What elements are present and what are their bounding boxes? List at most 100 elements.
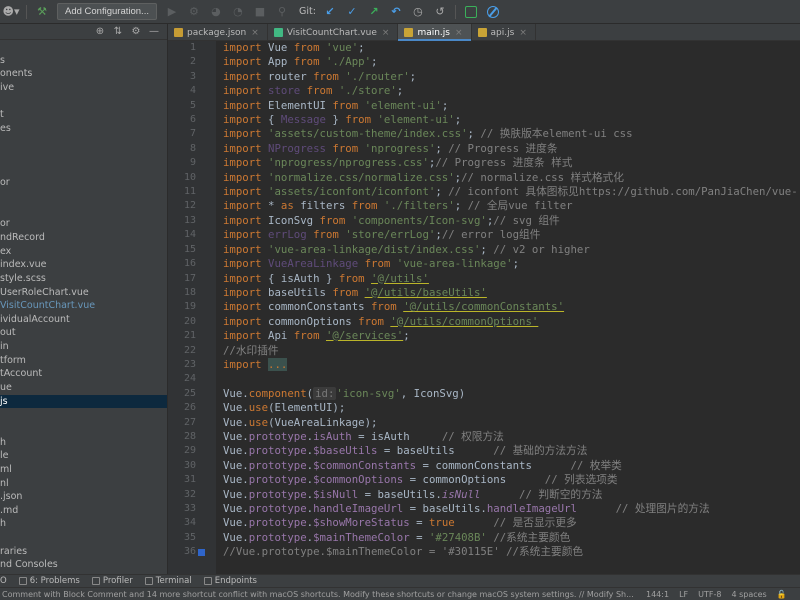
tree-item[interactable]: es xyxy=(0,122,167,136)
tree-item[interactable]: onents xyxy=(0,67,167,81)
git-merge-icon[interactable]: ↶ xyxy=(387,3,405,21)
code-line: import IconSvg from 'components/Icon-svg… xyxy=(216,214,800,228)
tree-item[interactable] xyxy=(0,135,167,149)
tree-item[interactable]: ex xyxy=(0,245,167,259)
tree-item[interactable]: UserRoleChart.vue xyxy=(0,286,167,300)
close-icon[interactable]: × xyxy=(251,28,259,38)
code-token: ; xyxy=(371,55,378,69)
tree-item[interactable]: or xyxy=(0,176,167,190)
tree-item[interactable]: ive xyxy=(0,81,167,95)
git-no-entry-icon[interactable] xyxy=(484,3,502,21)
tree-item[interactable]: t xyxy=(0,108,167,122)
tree-item[interactable]: tAccount xyxy=(0,367,167,381)
tree-item[interactable] xyxy=(0,40,167,54)
line-separator[interactable]: LF xyxy=(679,590,688,599)
code-token: { isAuth } xyxy=(268,271,339,285)
tree-item[interactable] xyxy=(0,95,167,109)
tree-item[interactable]: ividualAccount xyxy=(0,313,167,327)
code-line: import errLog from 'store/errLog';// err… xyxy=(216,228,800,242)
tree-item[interactable]: .md xyxy=(0,504,167,518)
tree-item[interactable] xyxy=(0,408,167,422)
code-token: commonConstants xyxy=(268,300,371,314)
settings-icon[interactable]: ⚙ xyxy=(129,25,143,39)
rollback-icon[interactable]: ↺ xyxy=(431,3,449,21)
tree-item[interactable]: ue xyxy=(0,381,167,395)
tree-item[interactable]: or xyxy=(0,217,167,231)
tree-item[interactable]: VisitCountChart.vue xyxy=(0,299,167,313)
code-line: //Vue.prototype.$mainThemeColor = '#3011… xyxy=(216,545,800,559)
code-token: prototype xyxy=(248,516,307,530)
stop-icon[interactable]: ■ xyxy=(251,3,269,21)
close-icon[interactable]: × xyxy=(382,28,390,38)
tree-item[interactable]: ml xyxy=(0,463,167,477)
tool-tab-6-problems[interactable]: 6: Problems xyxy=(18,576,80,586)
git-commit-icon[interactable]: ✓ xyxy=(343,3,361,21)
tool-tab-profiler[interactable]: Profiler xyxy=(91,576,133,586)
tree-item[interactable]: out xyxy=(0,326,167,340)
bookmark-icon[interactable] xyxy=(198,549,205,557)
tree-item[interactable]: nd Consoles xyxy=(0,558,167,572)
caret-position[interactable]: 144:1 xyxy=(646,590,669,599)
coverage-icon[interactable]: ◕ xyxy=(207,3,225,21)
git-shelve-icon[interactable] xyxy=(462,3,480,21)
user-icon[interactable]: ☻▾ xyxy=(2,3,20,21)
tree-item[interactable] xyxy=(0,204,167,218)
git-update-icon[interactable]: ↙ xyxy=(321,3,339,21)
tree-item[interactable]: nl xyxy=(0,477,167,491)
close-icon[interactable]: × xyxy=(519,28,527,38)
tab-package-json[interactable]: package.json × xyxy=(168,24,268,41)
tree-item[interactable]: tform xyxy=(0,354,167,368)
git-push-icon[interactable]: ↗ xyxy=(365,3,383,21)
code-token: // 枚举类 xyxy=(570,458,622,472)
tool-tab-endpoints[interactable]: Endpoints xyxy=(203,576,257,586)
tool-tab-o[interactable]: O xyxy=(0,576,7,586)
tree-item[interactable]: ndRecord xyxy=(0,231,167,245)
tree-item[interactable] xyxy=(0,422,167,436)
history-icon[interactable]: ◷ xyxy=(409,3,427,21)
tree-item[interactable]: h xyxy=(0,517,167,531)
code-token[interactable]: ... xyxy=(268,357,288,371)
tree-item[interactable] xyxy=(0,149,167,163)
tree-item[interactable]: in xyxy=(0,340,167,354)
locate-icon[interactable]: ⊕ xyxy=(93,25,107,39)
debug-icon[interactable]: ⚙ xyxy=(185,3,203,21)
tab-label: main.js xyxy=(417,27,450,38)
tab-visitcountchart-vue[interactable]: VisitCountChart.vue × xyxy=(268,24,399,41)
tree-item[interactable]: style.scss xyxy=(0,272,167,286)
status-message[interactable]: Comment with Block Comment and 14 more s… xyxy=(0,590,636,599)
tree-item[interactable]: s xyxy=(0,54,167,68)
code-editor[interactable]: import Vue from 'vue'; import App from '.… xyxy=(216,41,800,574)
tree-item[interactable] xyxy=(0,531,167,545)
profile-icon[interactable]: ◔ xyxy=(229,3,247,21)
tree-item[interactable]: raries xyxy=(0,545,167,559)
code-token: = baseUtils. xyxy=(403,502,487,515)
add-configuration-button[interactable]: Add Configuration... xyxy=(57,3,157,20)
lock-icon[interactable]: 🔓 xyxy=(777,590,787,599)
hammer-icon[interactable]: ⚒ xyxy=(33,3,51,21)
tree-item[interactable]: js xyxy=(0,394,167,409)
run-icon[interactable]: ▶ xyxy=(163,3,181,21)
tab-main-js[interactable]: main.js × xyxy=(398,24,472,41)
tree-item[interactable]: .json xyxy=(0,490,167,504)
tool-tab-terminal[interactable]: Terminal xyxy=(144,576,192,586)
close-icon[interactable]: × xyxy=(455,28,463,38)
code-token: 'nprogress' xyxy=(364,141,436,155)
file-encoding[interactable]: UTF-8 xyxy=(698,590,721,599)
tool-tab-label: 6: Problems xyxy=(29,576,80,586)
tree-item[interactable]: index.vue xyxy=(0,258,167,272)
code-line: import commonConstants from '@/utils/com… xyxy=(216,300,800,314)
status-bar: Comment with Block Comment and 14 more s… xyxy=(0,587,800,600)
hide-icon[interactable]: — xyxy=(147,25,161,39)
tree-item[interactable]: le xyxy=(0,449,167,463)
tree-item[interactable] xyxy=(0,190,167,204)
code-token: prototype xyxy=(248,458,307,472)
main-toolbar: ☻▾ ⚒ Add Configuration... ▶ ⚙ ◕ ◔ ■ ⚲ Gi… xyxy=(0,0,800,24)
code-token: IconSvg xyxy=(268,213,320,227)
tree-item[interactable]: h xyxy=(0,436,167,450)
collapse-all-icon[interactable]: ⇅ xyxy=(111,25,125,39)
tree-item[interactable] xyxy=(0,163,167,177)
tab-api-js[interactable]: api.js × xyxy=(472,24,536,41)
search-icon[interactable]: ⚲ xyxy=(273,3,291,21)
indent-setting[interactable]: 4 spaces xyxy=(731,590,766,599)
